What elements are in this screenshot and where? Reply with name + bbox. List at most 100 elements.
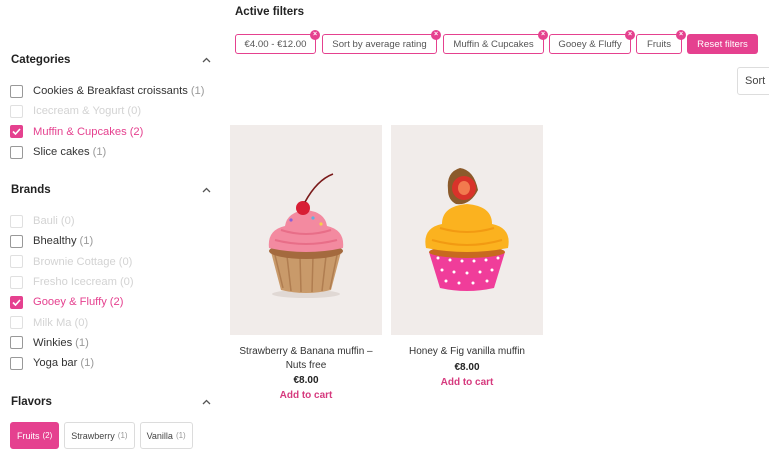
chip-label: Muffin & Cupcakes <box>453 38 534 50</box>
checkbox[interactable] <box>10 84 23 98</box>
product-image[interactable] <box>230 125 382 335</box>
brands-header[interactable]: Brands <box>11 182 211 198</box>
checkbox-checked[interactable] <box>10 125 23 139</box>
brands-list: Bauli (0) Bhealthy (1) Brownie Cottage (0) Fre… <box>10 211 134 373</box>
option-label: Muffin & Cupcakes <box>33 125 127 138</box>
flavor-label: Strawberry <box>71 430 115 441</box>
checkmark-icon <box>12 299 21 306</box>
brands-filter-option: Milk Ma (0) <box>10 312 134 332</box>
option-count: (0) <box>74 316 89 329</box>
add-to-cart-button[interactable]: Add to cart <box>391 377 543 388</box>
fig-cupcake-icon <box>425 168 509 291</box>
categories-header[interactable]: Categories <box>11 52 211 68</box>
option-count: (0) <box>60 215 75 228</box>
option-label: Winkies <box>33 336 73 349</box>
checkbox <box>10 255 23 269</box>
option-count: (2) <box>109 296 124 309</box>
filter-chip-sort[interactable]: Sort by average rating × <box>322 30 441 54</box>
option-label: Slice cakes <box>33 146 90 159</box>
chip-label: Gooey & Fluffy <box>558 38 622 50</box>
option-count: (1) <box>190 85 205 98</box>
sort-dropdown[interactable]: Sort <box>737 67 769 95</box>
option-label: Milk Ma <box>33 316 72 329</box>
categories-filter-option[interactable]: Muffin & Cupcakes (2) <box>10 122 205 142</box>
option-label: Gooey & Fluffy <box>33 296 107 309</box>
product-card: Strawberry & Banana muffin – Nuts free €… <box>230 125 382 401</box>
categories-list: Cookies & Breakfast croissants (1) Icecrea… <box>10 81 205 162</box>
brands-filter-option[interactable]: Yoga bar (1) <box>10 353 134 373</box>
brands-filter-option[interactable]: Gooey & Fluffy (2) <box>10 292 134 312</box>
option-count: (1) <box>75 336 89 349</box>
checkbox <box>10 104 23 118</box>
reset-filters-button[interactable]: Reset filters <box>687 34 758 54</box>
option-count: (1) <box>92 146 107 159</box>
remove-icon[interactable]: × <box>310 30 320 40</box>
chip-label: Fruits <box>647 38 671 50</box>
product-name[interactable]: Strawberry & Banana muffin – Nuts free <box>230 345 382 372</box>
brands-filter-option: Brownie Cottage (0) <box>10 252 134 272</box>
option-label: Bhealthy <box>33 235 77 248</box>
checkbox[interactable] <box>10 234 23 248</box>
flavor-chip[interactable]: Strawberry (1) <box>64 422 135 449</box>
option-label: Icecream & Yogurt <box>33 105 125 118</box>
checkbox <box>10 275 23 289</box>
checkbox[interactable] <box>10 145 23 159</box>
flavors-header[interactable]: Flavors <box>11 394 211 410</box>
option-label: Yoga bar <box>33 357 78 370</box>
option-count: (0) <box>118 255 133 268</box>
add-to-cart-button[interactable]: Add to cart <box>230 390 382 401</box>
filter-chip-flavor[interactable]: Fruits × <box>636 30 686 54</box>
remove-icon[interactable]: × <box>625 30 635 40</box>
checkbox <box>10 214 23 228</box>
option-count: (1) <box>80 357 95 370</box>
categories-filter-option[interactable]: Cookies & Breakfast croissants (1) <box>10 81 205 101</box>
brands-filter-option: Fresho Icecream (0) <box>10 272 134 292</box>
checkbox[interactable] <box>10 336 23 350</box>
brands-filter-option[interactable]: Winkies (1) <box>10 333 134 353</box>
pink-cupcake-icon <box>268 173 344 298</box>
filter-chip-category[interactable]: Muffin & Cupcakes × <box>443 30 548 54</box>
categories-filter-option: Icecream & Yogurt (0) <box>10 101 205 121</box>
flavor-chip[interactable]: Fruits (2) <box>10 422 60 449</box>
option-count: (1) <box>79 235 94 248</box>
checkbox-checked[interactable] <box>10 295 23 309</box>
option-label: Cookies & Breakfast croissants <box>33 85 188 98</box>
filter-chip-brand[interactable]: Gooey & Fluffy × <box>549 30 635 54</box>
remove-icon[interactable]: × <box>538 30 548 40</box>
chevron-up-icon[interactable] <box>201 55 211 65</box>
product-price: €8.00 <box>454 361 480 373</box>
flavor-count: (1) <box>117 431 128 440</box>
product-image[interactable] <box>391 125 543 335</box>
chip-label: Sort by average rating <box>332 38 427 50</box>
remove-icon[interactable]: × <box>431 30 441 40</box>
option-count: (0) <box>127 105 142 118</box>
flavors-title: Flavors <box>11 396 52 408</box>
option-label: Fresho Icecream <box>33 276 117 289</box>
flavor-count: (2) <box>42 431 53 440</box>
checkbox <box>10 316 23 330</box>
flavor-chip[interactable]: Vanilla (1) <box>139 422 193 449</box>
categories-title: Categories <box>11 54 71 66</box>
sort-label: Sort <box>745 75 766 87</box>
filters-sidebar: Categories Cookies & Breakfast croissant… <box>0 0 220 452</box>
option-label: Bauli <box>33 215 58 228</box>
brands-title: Brands <box>11 184 51 196</box>
checkmark-icon <box>12 128 21 136</box>
chevron-up-icon[interactable] <box>201 397 211 407</box>
chevron-up-icon[interactable] <box>201 185 211 195</box>
remove-icon[interactable]: × <box>676 30 686 40</box>
product-card: Honey & Fig vanilla muffin €8.00 Add to … <box>391 125 543 388</box>
product-name[interactable]: Honey & Fig vanilla muffin <box>391 345 543 359</box>
filter-chip-price[interactable]: €4.00 - €12.00 × <box>235 30 320 54</box>
categories-filter-option[interactable]: Slice cakes (1) <box>10 142 205 162</box>
checkbox[interactable] <box>10 356 23 370</box>
active-filters-title: Active filters <box>235 6 305 18</box>
chip-label: €4.00 - €12.00 <box>244 38 307 50</box>
flavor-label: Fruits <box>17 430 40 441</box>
option-count: (0) <box>119 276 134 289</box>
brands-filter-option[interactable]: Bhealthy (1) <box>10 231 134 251</box>
flavors-list: Fruits (2) Strawberry (1) Vanilla (1) <box>10 422 193 449</box>
flavor-count: (1) <box>175 431 186 440</box>
product-price: €8.00 <box>293 375 319 386</box>
option-label: Brownie Cottage <box>33 255 116 268</box>
